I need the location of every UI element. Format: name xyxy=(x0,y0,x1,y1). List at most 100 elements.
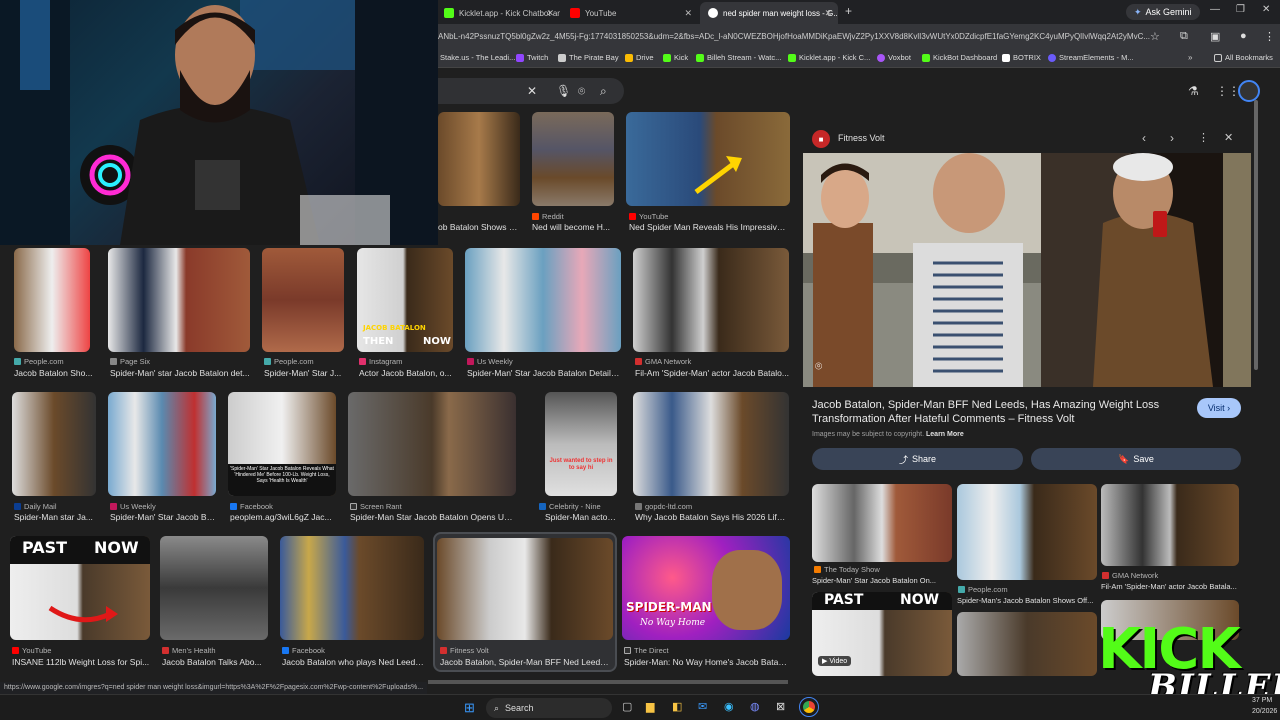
maximize-button[interactable]: ❐ xyxy=(1236,4,1245,15)
result-title[interactable]: Spider-Man's Jacob Batalon Shows Off... xyxy=(957,596,1097,605)
bookmark-kick[interactable]: Kick xyxy=(663,53,688,62)
bookmark-streamelements[interactable]: StreamElements - M... xyxy=(1048,53,1134,62)
image-thumbnail[interactable] xyxy=(12,392,96,496)
result-title[interactable]: Jacob Batalon Talks Abo... xyxy=(162,657,268,667)
bookmark-twitch[interactable]: Twitch xyxy=(516,53,548,62)
store-icon[interactable]: ◧ xyxy=(672,700,682,713)
image-thumbnail[interactable]: PAST NOW xyxy=(10,536,150,640)
image-thumbnail[interactable] xyxy=(532,112,614,206)
image-thumbnail[interactable] xyxy=(633,248,789,352)
account-avatar[interactable] xyxy=(1238,80,1260,102)
result-title[interactable]: ob Batalon Shows O... xyxy=(438,222,520,232)
result-title[interactable]: Spider-Man actor J... xyxy=(545,512,617,522)
image-thumbnail[interactable]: 'Spider-Man' Star Jacob Batalon Reveals … xyxy=(228,392,336,496)
save-button[interactable]: 🔖 Save xyxy=(1031,448,1241,470)
close-window-button[interactable]: ✕ xyxy=(1262,4,1270,15)
clear-icon[interactable]: ✕ xyxy=(527,84,537,98)
result-title[interactable]: Spider-Man star Ja... xyxy=(14,512,98,522)
ask-gemini-button[interactable]: ✦ Ask Gemini xyxy=(1126,4,1200,20)
result-title[interactable]: Spider-Man' star Jacob Batalon det... xyxy=(110,368,250,378)
microphone-icon[interactable]: 🎙 xyxy=(556,84,571,98)
clock-time[interactable]: 37 PM xyxy=(1252,697,1272,704)
chrome-icon[interactable] xyxy=(799,697,819,717)
result-title[interactable]: INSANE 112lb Weight Loss for Spi... xyxy=(12,657,152,667)
profile-icon[interactable]: ● xyxy=(1240,30,1247,42)
mail-icon[interactable]: ✉ xyxy=(698,700,707,713)
result-title[interactable]: Actor Jacob Batalon, o... xyxy=(359,368,453,378)
image-thumbnail[interactable] xyxy=(626,112,790,206)
tab-kicklet[interactable]: Kicklet.app - Kick Chatbot and ... ✕ xyxy=(436,2,560,24)
bookmark-voxbot[interactable]: Voxbot xyxy=(877,53,911,62)
image-thumbnail[interactable] xyxy=(348,392,516,496)
related-video[interactable]: PAST NOW ▶ Video xyxy=(812,592,952,676)
image-thumbnail[interactable]: JACOB BATALON THEN NOW xyxy=(357,248,453,352)
related-image[interactable] xyxy=(1101,484,1239,566)
panel-image-title[interactable]: Jacob Batalon, Spider-Man BFF Ned Leeds,… xyxy=(812,398,1172,426)
visit-button[interactable]: Visit › xyxy=(1197,398,1241,418)
image-thumbnail[interactable] xyxy=(108,248,250,352)
result-title[interactable]: Jacob Batalon Sho... xyxy=(14,368,102,378)
result-title[interactable]: Jacob Batalon who plays Ned Leeds... xyxy=(282,657,424,667)
minimize-button[interactable]: — xyxy=(1210,4,1220,15)
menu-dots-icon[interactable]: ⋮ xyxy=(1264,30,1275,43)
new-tab-button[interactable]: + xyxy=(845,4,852,18)
result-title[interactable]: Spider-Man Star Jacob Batalon Opens Up .… xyxy=(350,512,516,522)
image-thumbnail[interactable] xyxy=(160,536,268,640)
lens-icon[interactable]: ⌾ xyxy=(578,84,585,99)
result-title[interactable]: Spider-Man' Star Jacob Ba... xyxy=(110,512,216,522)
result-title[interactable]: Why Jacob Batalon Says His 2026 Life ... xyxy=(635,512,789,522)
windows-start-icon[interactable]: ⊞ xyxy=(464,700,475,716)
result-title[interactable]: peoplem.ag/3wiL6gZ Jac... xyxy=(230,512,336,522)
discord-icon[interactable]: ◍ xyxy=(750,700,760,713)
image-thumbnail[interactable] xyxy=(14,248,90,352)
search-input[interactable] xyxy=(420,78,624,104)
next-arrow-icon[interactable]: › xyxy=(1170,131,1174,145)
result-title[interactable]: Ned Spider Man Reveals His Impressive ..… xyxy=(629,222,789,232)
sidepanel-icon[interactable]: ▣ xyxy=(1210,30,1220,43)
lens-search-icon[interactable]: ⌾ xyxy=(815,359,822,374)
bookmark-piratebay[interactable]: The Pirate Bay xyxy=(558,53,619,62)
labs-flask-icon[interactable]: ⚗ xyxy=(1188,84,1199,98)
url-field[interactable]: ANbL-n42PssnuzTQ5bl0gZw2z_4M55j-Fg:17740… xyxy=(438,28,1150,46)
result-title[interactable]: Spider-Man' Star Jacob Batalon On... xyxy=(812,576,952,585)
image-thumbnail[interactable] xyxy=(262,248,344,352)
tab-google-images[interactable]: ned spider man weight loss - G... ✕ xyxy=(700,2,838,24)
main-preview-image[interactable]: ⌾ xyxy=(803,153,1251,387)
bookmark-stake[interactable]: Stake.us - The Leadi... xyxy=(440,53,515,62)
tab-youtube[interactable]: YouTube ✕ xyxy=(562,2,698,24)
learn-more-link[interactable]: Learn More xyxy=(926,431,964,438)
panel-site-name[interactable]: Fitness Volt xyxy=(838,133,885,143)
bookmark-drive[interactable]: Drive xyxy=(625,53,654,62)
related-image[interactable] xyxy=(812,484,952,562)
image-thumbnail[interactable] xyxy=(465,248,621,352)
close-icon[interactable]: ✕ xyxy=(546,8,554,19)
close-panel-icon[interactable]: ✕ xyxy=(1224,131,1233,144)
close-icon[interactable]: ✕ xyxy=(684,8,692,19)
bookmark-billeh-stream[interactable]: Billeh Stream - Watc... xyxy=(696,53,781,62)
all-bookmarks[interactable]: All Bookmarks xyxy=(1214,53,1273,62)
result-title[interactable]: Fil-Am 'Spider-Man' actor Jacob Batalo..… xyxy=(635,368,789,378)
app-icon[interactable]: ⊠ xyxy=(776,700,785,713)
clock-date[interactable]: 20/2026 xyxy=(1252,708,1277,715)
image-thumbnail[interactable]: SPIDER-MAN No Way Home xyxy=(622,536,790,640)
scrollbar-thumb[interactable] xyxy=(1254,100,1258,370)
more-options-icon[interactable]: ⋮ xyxy=(1198,131,1209,144)
result-title[interactable]: Jacob Batalon, Spider-Man BFF Ned Leeds … xyxy=(440,657,610,667)
result-title[interactable]: Spider-Man: No Way Home's Jacob Batalo..… xyxy=(624,657,788,667)
result-title[interactable]: Spider-Man' Star J... xyxy=(264,368,346,378)
bookmark-kickbot[interactable]: KickBot Dashboard xyxy=(922,53,997,62)
chevron-right-icon[interactable]: » xyxy=(1188,53,1192,62)
image-thumbnail[interactable] xyxy=(438,112,520,206)
result-title[interactable]: Fil-Am 'Spider-Man' actor Jacob Batala..… xyxy=(1101,582,1239,591)
bookmark-botrix[interactable]: BOTRIX xyxy=(1002,53,1041,62)
image-thumbnail[interactable]: Just wanted to step in to say hi xyxy=(545,392,617,496)
task-view-icon[interactable]: ▢ xyxy=(622,700,632,713)
image-thumbnail[interactable] xyxy=(633,392,789,496)
edge-icon[interactable]: ◉ xyxy=(724,700,734,713)
close-icon[interactable]: ✕ xyxy=(824,8,832,19)
share-button[interactable]: ⤴ Share xyxy=(812,448,1023,470)
image-thumbnail[interactable] xyxy=(108,392,216,496)
related-image[interactable] xyxy=(957,612,1097,676)
image-thumbnail[interactable] xyxy=(280,536,424,640)
bookmark-kicklet[interactable]: Kicklet.app - Kick C... xyxy=(788,53,870,62)
